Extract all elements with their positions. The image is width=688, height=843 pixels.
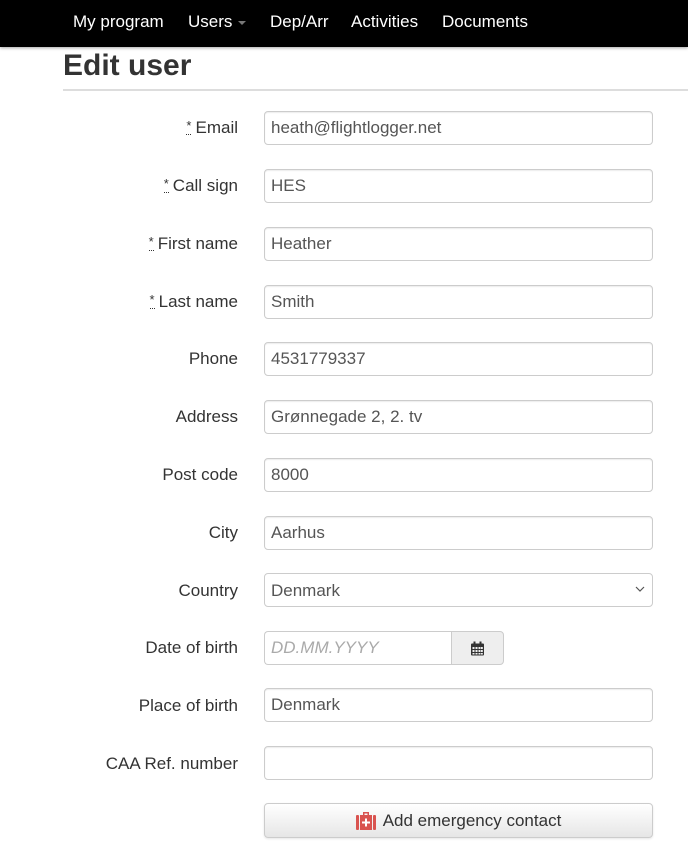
call-sign-input[interactable] — [264, 169, 653, 203]
first-name-input[interactable] — [264, 227, 653, 261]
first-name-label-text: First name — [157, 234, 238, 253]
date-of-birth-label: Date of birth — [145, 638, 238, 657]
caa-ref-label: CAA Ref. number — [105, 754, 238, 773]
required-marker: * — [163, 176, 169, 193]
country-label: Country — [178, 581, 238, 600]
country-select[interactable]: Denmark — [264, 573, 653, 607]
country-selected-value: Denmark — [271, 581, 340, 600]
city-input[interactable] — [264, 516, 653, 550]
post-code-input[interactable] — [264, 458, 653, 492]
nav-users-label: Users — [188, 12, 233, 31]
nav-activities[interactable]: Activities — [351, 12, 418, 32]
address-input[interactable] — [264, 400, 653, 434]
address-label: Address — [175, 407, 238, 426]
page-title: Edit user — [63, 49, 192, 82]
add-emergency-contact-label: Add emergency contact — [382, 810, 562, 830]
nav-my-program[interactable]: My program — [73, 12, 164, 32]
title-divider — [63, 89, 688, 91]
call-sign-label-text: Call sign — [172, 176, 238, 195]
place-of-birth-input[interactable] — [264, 688, 653, 722]
last-name-label-text: Last name — [158, 292, 238, 311]
last-name-input[interactable] — [264, 285, 653, 319]
date-of-birth-input[interactable] — [264, 631, 452, 665]
caret-down-icon — [238, 20, 247, 25]
required-marker: * — [186, 118, 192, 135]
phone-label: Phone — [188, 349, 238, 368]
chevron-down-icon — [635, 586, 645, 592]
date-of-birth-group — [264, 631, 504, 665]
last-name-label: * Last name — [149, 292, 238, 312]
required-marker: * — [149, 292, 155, 309]
email-label-text: Email — [195, 118, 238, 137]
email-label: * Email — [186, 118, 238, 138]
calendar-icon — [471, 641, 484, 655]
phone-input[interactable] — [264, 342, 653, 376]
nav-documents[interactable]: Documents — [442, 12, 528, 32]
post-code-label: Post code — [162, 465, 238, 484]
nav-users[interactable]: Users — [188, 12, 247, 32]
add-emergency-contact-button[interactable]: Add emergency contact — [264, 803, 653, 838]
date-picker-button[interactable] — [451, 631, 504, 665]
city-label: City — [208, 523, 238, 542]
place-of-birth-label: Place of birth — [138, 696, 238, 715]
medkit-icon — [355, 812, 376, 830]
nav-dep-arr[interactable]: Dep/Arr — [270, 12, 329, 32]
call-sign-label: * Call sign — [163, 176, 238, 196]
top-navbar: My program Users Dep/Arr Activities Docu… — [0, 0, 688, 47]
email-input[interactable] — [264, 111, 653, 145]
caa-ref-input[interactable] — [264, 746, 653, 780]
required-marker: * — [148, 234, 154, 251]
first-name-label: * First name — [148, 234, 238, 254]
